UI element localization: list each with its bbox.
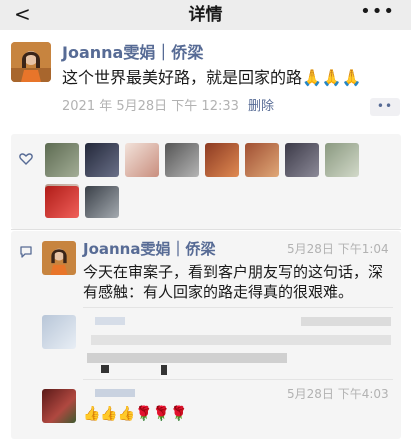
likes-panel	[11, 134, 401, 229]
liker-avatar[interactable]	[285, 143, 319, 177]
commenter-avatar[interactable]	[42, 389, 76, 423]
post-author-name[interactable]: Joanna雯娟｜侨梁	[62, 42, 203, 64]
comment-divider	[83, 379, 393, 380]
commenter-name[interactable]: Joanna雯娟｜侨梁	[83, 239, 216, 259]
redacted-text	[91, 335, 391, 345]
redacted-name	[95, 389, 135, 397]
redacted-text	[87, 353, 287, 363]
liker-avatar[interactable]	[325, 143, 359, 177]
navigation-bar: < 详情 •••	[0, 0, 411, 30]
liker-avatar[interactable]	[45, 186, 79, 218]
liker-avatar[interactable]	[165, 143, 199, 177]
comments-panel: Joanna雯娟｜侨梁 5月28日 下午1:04 今天在审案子，看到客户朋友写的…	[11, 231, 401, 439]
redacted-text	[101, 365, 109, 373]
liker-avatar[interactable]	[125, 143, 159, 177]
liker-avatar[interactable]	[45, 143, 79, 177]
post-content: 这个世界最美好路，就是回家的路🙏🙏🙏	[62, 68, 362, 87]
commenter-avatar[interactable]	[42, 241, 76, 275]
chat-bubble-icon	[20, 246, 32, 258]
commenter-avatar[interactable]	[42, 315, 76, 349]
post-timestamp: 2021 年 5月28日 下午 12:33	[62, 99, 239, 114]
liker-avatar[interactable]	[85, 186, 119, 218]
comment-text: 今天在审案子，看到客户朋友写的这句话，深有感触：有人回家的路走得真的很艰难。	[83, 263, 384, 301]
section-divider	[11, 229, 401, 230]
liker-avatar[interactable]	[205, 143, 239, 177]
more-options-button[interactable]: •••	[360, 2, 395, 22]
post-author-avatar[interactable]	[11, 42, 51, 82]
comment-timestamp: 5月28日 下午4:03	[287, 387, 389, 401]
redacted-text	[301, 317, 391, 326]
comment-divider	[83, 307, 393, 308]
liker-avatar[interactable]	[85, 143, 119, 177]
liker-avatar[interactable]	[245, 143, 279, 177]
redacted-text	[95, 317, 125, 325]
redacted-text	[161, 365, 167, 375]
comment-text: 👍👍👍🌹🌹🌹	[83, 406, 188, 422]
delete-link[interactable]: 删除	[248, 98, 274, 116]
like-comment-menu-button[interactable]: ••	[370, 98, 400, 116]
page-title: 详情	[188, 5, 223, 25]
heart-outline-icon	[19, 153, 33, 165]
comment-timestamp: 5月28日 下午1:04	[287, 242, 389, 256]
